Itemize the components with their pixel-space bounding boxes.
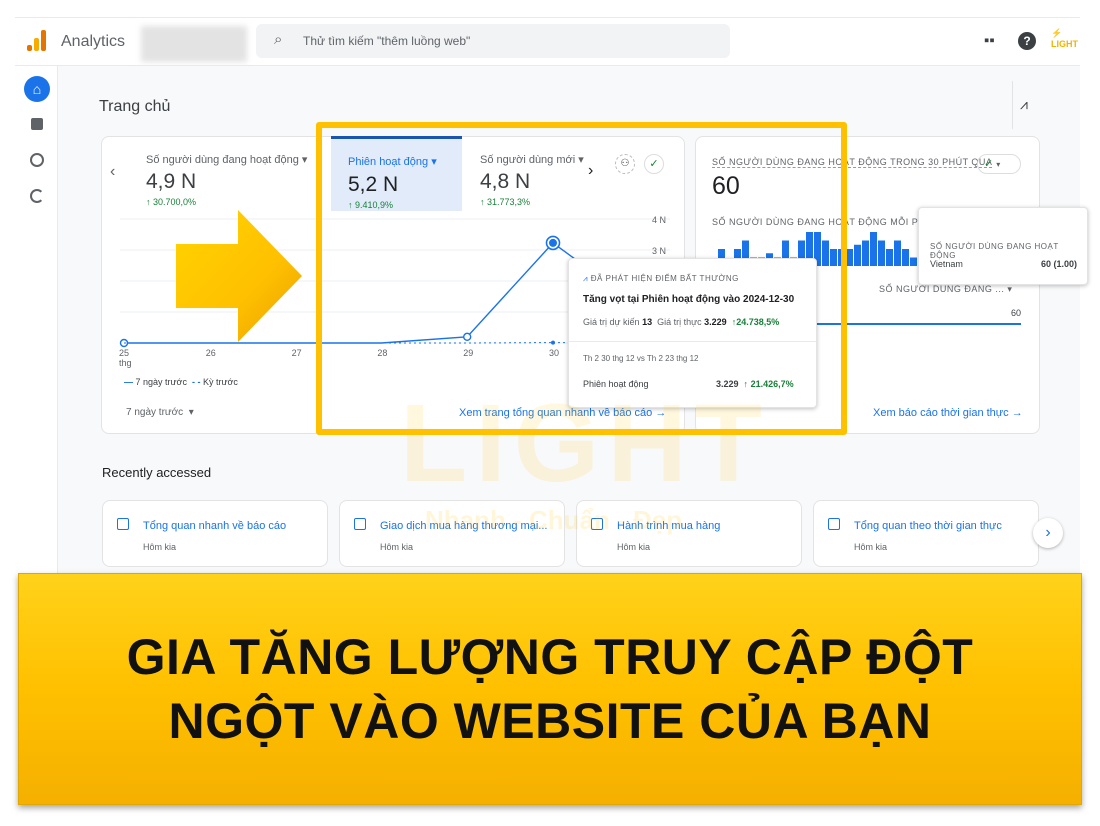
per-minute-bar (894, 240, 901, 266)
column-header[interactable]: SỐ NGƯỜI DÙNG ĐANG ... ▾ (879, 284, 1012, 295)
per-minute-bar (902, 249, 909, 266)
x-tick-label: 27 (292, 348, 302, 358)
recent-item[interactable]: Tổng quan theo thời gian thực Hôm kia (813, 500, 1039, 567)
chart-legend: — 7 ngày trước - - Kỳ trước (124, 377, 238, 387)
per-minute-bar (886, 249, 893, 266)
x-tick-label: 26 (206, 348, 216, 358)
report-icon (117, 518, 129, 530)
headline-line-2: NGỘT VÀO WEBSITE CỦA BẠN (168, 693, 932, 749)
legend-dashed: - - Kỳ trước (191, 377, 238, 387)
x-tick-label: thg (119, 358, 132, 368)
report-icon (354, 518, 366, 530)
headline-line-1: GIA TĂNG LƯỢNG TRUY CẬP ĐỘT (126, 629, 974, 685)
realtime-status-dropdown[interactable]: ✓ ▾ (977, 154, 1021, 174)
per-minute-bar (878, 240, 885, 266)
recent-next-button[interactable]: › (1033, 518, 1063, 548)
date-range-dropdown[interactable]: 7 ngày trước ▾ (126, 407, 194, 418)
legend-solid: — 7 ngày trước (124, 377, 187, 387)
recent-item[interactable]: Tổng quan nhanh về báo cáo Hôm kia (102, 500, 328, 567)
realtime-report-link[interactable]: Xem báo cáo thời gian thực → (873, 407, 1023, 419)
per-minute-bar (870, 232, 877, 266)
arrow-right-icon (176, 210, 302, 342)
per-minute-bar (910, 257, 917, 266)
headline-banner: GIA TĂNG LƯỢNG TRUY CẬP ĐỘT NGỘT VÀO WEB… (18, 573, 1082, 805)
per-minute-bar (854, 244, 861, 266)
per-minute-bar (846, 249, 853, 266)
watermark-slogan: Nhanh - Chuẩn - Đẹp (425, 505, 683, 535)
realtime-tooltip: SỐ NGƯỜI DÙNG ĐANG HOẠT ĐỘNG Vietnam 60 … (918, 207, 1088, 285)
recent-title: Recently accessed (102, 465, 212, 480)
report-icon (828, 518, 840, 530)
x-tick-label: 25 (119, 348, 129, 358)
per-minute-bar (862, 240, 869, 266)
highlight-frame (316, 122, 847, 435)
